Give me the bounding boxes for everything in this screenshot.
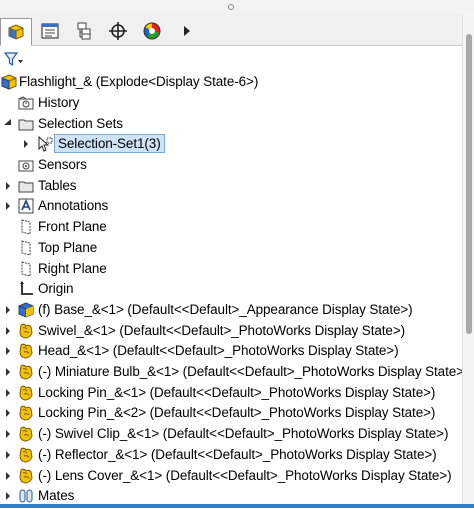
grip-dot — [228, 4, 234, 10]
tab-featuremanager[interactable] — [0, 18, 32, 46]
tab-configurationmanager[interactable] — [68, 18, 100, 44]
tab-dimxpertmanager[interactable] — [102, 18, 134, 44]
part-icon — [19, 405, 33, 421]
tree-item-right-plane[interactable]: Right Plane — [0, 259, 462, 279]
tree-item-label: (-) Swivel Clip_&<1> (Default<<Default>_… — [38, 426, 449, 441]
tree-item-component[interactable]: (-) Swivel Clip_&<1> (Default<<Default>_… — [0, 424, 462, 444]
expand-arrow-icon[interactable] — [4, 181, 12, 191]
expand-arrow-icon[interactable] — [4, 326, 12, 336]
selection-set-icon — [38, 135, 53, 152]
tree-item-origin[interactable]: Origin — [0, 279, 462, 299]
tree-item-annotations[interactable]: Annotations — [0, 196, 462, 216]
tree-item-label: Origin — [38, 281, 74, 296]
tree-item-label: Front Plane — [38, 219, 107, 234]
tree-item-component[interactable]: (-) Lens Cover_&<1> (Default<<Default>_P… — [0, 466, 462, 486]
tree-item-label: Locking Pin_&<2> (Default<<Default>_Phot… — [38, 405, 436, 420]
collapse-arrow-icon[interactable] — [4, 119, 12, 129]
tree-item-selection-set-1[interactable]: Selection-Set1(3) — [0, 134, 462, 154]
tree-item-label: Annotations — [38, 198, 109, 213]
part-icon — [19, 323, 33, 339]
featuremanager-tree-icon — [8, 24, 24, 40]
tree-item-component[interactable]: (-) Miniature Bulb_&<1> (Default<<Defaul… — [0, 362, 468, 382]
tree-item-mates[interactable]: Mates — [0, 486, 462, 506]
tree-item-component[interactable]: Locking Pin_&<2> (Default<<Default>_Phot… — [0, 403, 462, 423]
expand-arrow-icon[interactable] — [4, 346, 12, 356]
tree-item-label: Selection Sets — [38, 116, 123, 131]
tree-item-label: History — [38, 95, 80, 110]
tree-item-label: Swivel_&<1> (Default<<Default>_PhotoWork… — [38, 323, 406, 338]
tree-item-selection-sets[interactable]: Selection Sets — [0, 114, 462, 134]
scrollbar-thumb[interactable] — [466, 34, 472, 334]
tree-item-label: Locking Pin_&<1> (Default<<Default>_Phot… — [38, 385, 436, 400]
expand-arrow-icon[interactable] — [4, 450, 12, 460]
tree-item-component[interactable]: (f) Base_&<1> (Default<<Default>_Appeara… — [0, 300, 462, 320]
expand-arrow-icon[interactable] — [4, 388, 12, 398]
part-icon — [19, 385, 33, 401]
part-icon — [19, 426, 33, 442]
tab-displaymanager[interactable] — [136, 18, 168, 44]
propertymanager-icon — [41, 23, 59, 39]
part-icon — [19, 468, 33, 484]
expand-arrow-icon[interactable] — [4, 305, 12, 315]
tree-item-label: Tables — [38, 178, 77, 193]
plane-icon — [21, 240, 31, 256]
tree-item-sensors[interactable]: Sensors — [0, 155, 462, 175]
plane-icon — [21, 219, 31, 235]
vertical-scrollbar[interactable] — [462, 14, 474, 508]
tree-item-label: (f) Base_&<1> (Default<<Default>_Appeara… — [38, 302, 413, 317]
tree-item-label: (-) Lens Cover_&<1> (Default<<Default>_P… — [38, 468, 452, 483]
tree-item-label: Mates — [38, 488, 75, 503]
tree-item-label-selected: Selection-Set1(3) — [54, 134, 165, 153]
tables-folder-icon — [18, 181, 34, 193]
plane-icon — [21, 261, 31, 277]
tree-item-label: (-) Miniature Bulb_&<1> (Default<<Defaul… — [38, 364, 469, 379]
expand-arrow-icon[interactable] — [4, 201, 12, 211]
configurationmanager-icon — [77, 22, 91, 40]
bottom-accent-bar — [0, 504, 474, 508]
tab-propertymanager[interactable] — [34, 18, 66, 44]
feature-tree: Flashlight_& (Explode<Display State-6>) … — [0, 71, 468, 508]
part-icon — [19, 343, 33, 359]
expand-arrow-icon[interactable] — [4, 367, 12, 377]
tree-root-label: Flashlight_& (Explode<Display State-6>) — [19, 74, 259, 89]
history-folder-icon — [18, 96, 34, 110]
displaymanager-icon — [143, 22, 161, 40]
tree-item-component[interactable]: Locking Pin_&<1> (Default<<Default>_Phot… — [0, 383, 462, 403]
tree-item-top-plane[interactable]: Top Plane — [0, 238, 462, 258]
tree-item-component[interactable]: Head_&<1> (Default<<Default>_PhotoWorks … — [0, 341, 462, 361]
selection-sets-folder-icon — [18, 119, 34, 131]
tree-item-component[interactable]: (-) Reflector_&<1> (Default<<Default>_Ph… — [0, 445, 462, 465]
sensors-folder-icon — [18, 160, 34, 172]
filter-icon[interactable] — [4, 51, 24, 67]
assembly-icon — [1, 74, 17, 90]
tree-item-label: Sensors — [38, 157, 87, 172]
expand-arrow-icon[interactable] — [4, 429, 12, 439]
part-fixed-icon — [18, 302, 34, 318]
tree-item-tables[interactable]: Tables — [0, 176, 462, 196]
panel-grip[interactable] — [0, 0, 474, 14]
mates-icon — [19, 489, 33, 503]
expand-arrow-icon[interactable] — [4, 408, 12, 418]
expand-arrow-icon[interactable] — [4, 491, 12, 501]
origin-icon — [20, 281, 33, 295]
part-icon — [19, 447, 33, 463]
annotations-icon — [18, 198, 34, 214]
tree-item-label: Right Plane — [38, 261, 107, 276]
tree-item-label: Top Plane — [38, 240, 98, 255]
manager-tab-strip — [0, 14, 474, 46]
expand-arrow-icon[interactable] — [22, 139, 30, 149]
dimxpertmanager-icon — [109, 22, 127, 40]
tree-item-component[interactable]: Swivel_&<1> (Default<<Default>_PhotoWork… — [0, 321, 462, 341]
tree-item-label: (-) Reflector_&<1> (Default<<Default>_Ph… — [38, 447, 437, 462]
tree-item-front-plane[interactable]: Front Plane — [0, 217, 462, 237]
filter-bar — [0, 47, 474, 71]
part-icon — [19, 364, 33, 380]
tree-item-history[interactable]: History — [0, 93, 462, 113]
tree-root[interactable]: Flashlight_& (Explode<Display State-6>) — [0, 72, 462, 92]
tab-overflow-arrow-icon[interactable] — [180, 24, 194, 38]
tree-item-label: Head_&<1> (Default<<Default>_PhotoWorks … — [38, 343, 399, 358]
expand-arrow-icon[interactable] — [4, 471, 12, 481]
